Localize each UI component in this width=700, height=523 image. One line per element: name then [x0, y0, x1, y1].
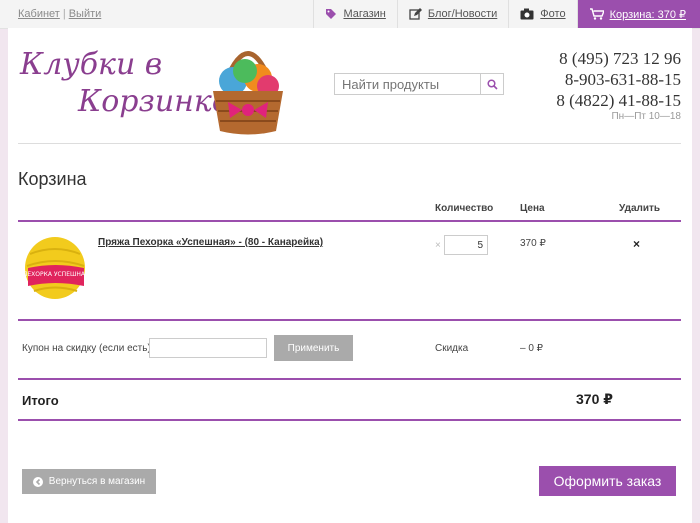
phone-1: 8 (495) 723 12 96: [559, 49, 681, 68]
arrow-left-circle-icon: [32, 476, 43, 487]
apply-coupon-button[interactable]: Применить: [274, 335, 353, 361]
discount-label: Скидка: [435, 343, 469, 354]
column-price: Цена: [520, 203, 545, 214]
phone-3: 8 (4822) 41-88-15: [556, 91, 681, 110]
product-image[interactable]: ПЕХОРКА УСПЕШНАЯ: [22, 234, 92, 302]
discount-value: – 0 ₽: [520, 343, 544, 354]
tag-icon: [326, 9, 337, 19]
back-to-shop-button[interactable]: Вернуться в магазин: [22, 469, 156, 494]
search-button[interactable]: [480, 74, 503, 94]
divider-total-top: [18, 378, 681, 380]
account-links: Кабинет | Выйти: [18, 8, 101, 20]
divider-total-bottom: [18, 419, 681, 421]
checkout-button[interactable]: Оформить заказ: [539, 466, 676, 496]
nav-blog[interactable]: Блог/Новости: [396, 0, 508, 28]
main-panel: Клубки в Корзинке 8 (495) 723 12 96 8: [8, 28, 692, 523]
logo-graphic: Клубки в Корзинке: [19, 47, 283, 135]
product-name-link[interactable]: Пряжа Пехорка «Успешная» - (80 - Канарей…: [98, 237, 323, 248]
quantity-input[interactable]: [444, 235, 488, 255]
cart-total-label: Корзина: 370 ₽: [609, 8, 686, 21]
column-quantity: Количество: [435, 203, 494, 214]
logout-link[interactable]: Выйти: [69, 8, 102, 20]
account-link[interactable]: Кабинет: [18, 8, 60, 20]
coupon-input[interactable]: [149, 338, 267, 358]
svg-text:Клубки в: Клубки в: [19, 47, 162, 82]
nav-blog-label: Блог/Новости: [427, 8, 498, 20]
column-remove: Удалить: [619, 203, 661, 214]
svg-text:Корзинке: Корзинке: [77, 84, 230, 119]
divider-top: [18, 220, 681, 222]
cart-icon: [589, 8, 604, 20]
coupon-label: Купон на скидку (если есть):: [22, 343, 154, 354]
yarn-ball-image: ПЕХОРКА УСПЕШНАЯ: [23, 237, 89, 299]
item-price: 370 ₽: [520, 238, 546, 249]
nav-shop[interactable]: Магазин: [313, 0, 396, 28]
camera-icon: [520, 8, 534, 20]
yarn-label: ПЕХОРКА УСПЕШНАЯ: [23, 271, 89, 278]
total-label: Итого: [22, 393, 59, 408]
link-separator: |: [62, 8, 66, 20]
nav-photo-label: Фото: [540, 8, 566, 20]
working-hours: Пн—Пт 10—18: [611, 111, 681, 122]
divider-middle: [18, 319, 681, 321]
edit-icon: [409, 8, 422, 20]
nav-shop-label: Магазин: [343, 8, 386, 20]
page-title: Корзина: [18, 169, 87, 189]
top-nav: Магазин Блог/Новости Фото Корзина: 370 ₽: [313, 0, 700, 28]
search-icon: [486, 78, 498, 90]
header-divider: [18, 143, 681, 144]
remove-item-icon[interactable]: ×: [633, 237, 640, 251]
basket-icon: [213, 51, 283, 135]
qty-multiplier: ×: [435, 240, 441, 251]
nav-photo[interactable]: Фото: [508, 0, 576, 28]
cart-button[interactable]: Корзина: 370 ₽: [576, 0, 700, 28]
phone-2: 8-903-631-88-15: [564, 70, 681, 89]
site-logo[interactable]: Клубки в Корзинке: [18, 36, 288, 136]
contact-phones: 8 (495) 723 12 96 8-903-631-88-15 8 (482…: [556, 48, 681, 123]
back-to-shop-label: Вернуться в магазин: [48, 476, 146, 487]
search-input[interactable]: [335, 74, 480, 94]
total-value: 370 ₽: [576, 391, 613, 407]
search-box: [334, 73, 504, 95]
top-bar: Кабинет | Выйти Магазин Блог/Новости Фото …: [0, 0, 700, 29]
